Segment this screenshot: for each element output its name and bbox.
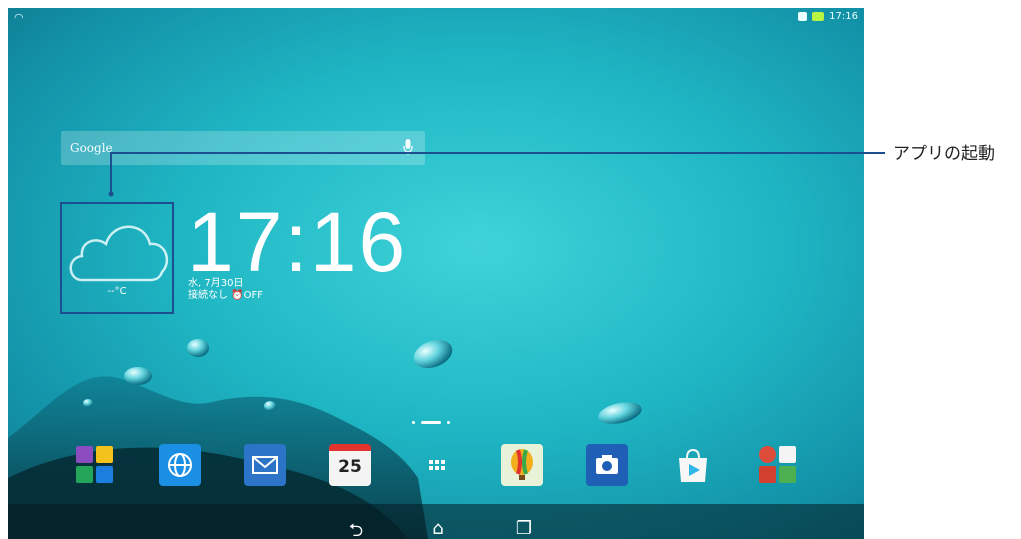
- clock-date: 水, 7月30日: [188, 278, 244, 289]
- folder-icon[interactable]: [74, 444, 116, 486]
- clock-status: 接続なし ⏰OFF: [188, 290, 263, 302]
- alarm-clock-icon: ⏰: [231, 290, 244, 301]
- mic-icon[interactable]: [403, 138, 413, 156]
- network-status: 接続なし: [188, 290, 228, 301]
- clock-details: 水, 7月30日 接続なし ⏰OFF: [188, 278, 263, 302]
- back-icon[interactable]: ⮌: [336, 518, 376, 539]
- tablet-home-screen: ◠ 17:16 Google --°C 17:16 水, 7月30日 接続なし …: [8, 8, 864, 539]
- recents-icon[interactable]: ❐: [504, 518, 544, 539]
- all-apps-icon[interactable]: [416, 444, 458, 486]
- google-search-bar[interactable]: Google: [61, 131, 425, 165]
- page-dot: [447, 421, 450, 424]
- status-time: 17:16: [829, 11, 858, 22]
- app-dock: 25: [8, 444, 864, 492]
- google-folder-icon[interactable]: [757, 444, 799, 486]
- sim-icon: [798, 12, 808, 21]
- page-dot: [412, 421, 415, 424]
- email-icon[interactable]: [244, 444, 286, 486]
- play-store-icon[interactable]: [672, 444, 714, 486]
- callout-highlight-box: [60, 202, 174, 314]
- camera-icon[interactable]: [586, 444, 628, 486]
- navigation-bar: ⮌ ⌂ ❐: [8, 514, 864, 539]
- battery-icon: [812, 12, 825, 21]
- weather-widget[interactable]: --°C: [60, 202, 174, 314]
- home-icon[interactable]: ⌂: [418, 518, 458, 539]
- status-bar: ◠ 17:16: [8, 8, 864, 28]
- wifi-icon: ◠: [14, 11, 24, 24]
- page-indicator: [412, 421, 450, 424]
- calendar-icon[interactable]: 25: [329, 444, 371, 486]
- page-dot-current: [421, 421, 441, 424]
- balloon-icon[interactable]: [501, 444, 543, 486]
- calendar-day: 25: [338, 457, 362, 477]
- clock-time[interactable]: 17:16: [187, 200, 407, 284]
- browser-icon[interactable]: [159, 444, 201, 486]
- envelope-icon: [252, 456, 278, 474]
- globe-icon: [168, 453, 192, 477]
- callout-label: アプリの起動: [893, 144, 995, 164]
- alarm-status: OFF: [243, 290, 264, 301]
- search-label: Google: [70, 141, 113, 155]
